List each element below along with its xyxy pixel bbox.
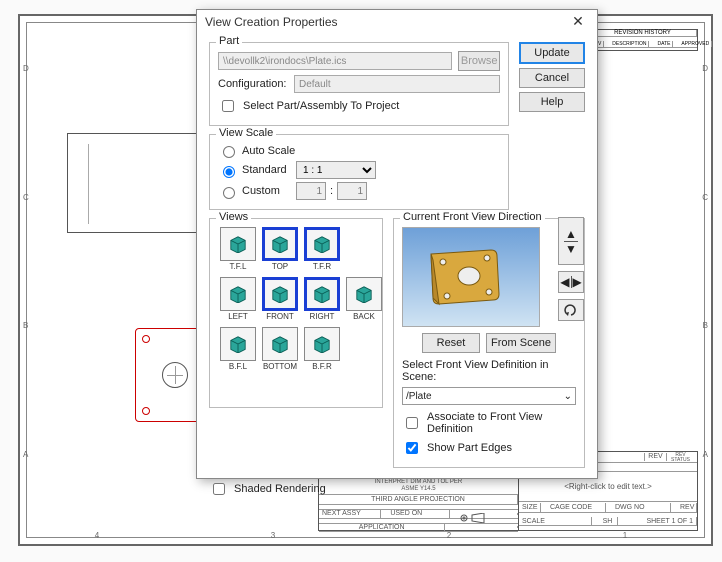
select-project-label: Select Part/Assembly To Project (243, 100, 399, 112)
view-front-button[interactable] (262, 277, 298, 311)
view-t.f.r-button[interactable] (304, 227, 340, 261)
auto-scale-radio[interactable] (223, 146, 235, 158)
cancel-button[interactable]: Cancel (519, 68, 585, 88)
view-label: FRONT (260, 312, 300, 321)
triangle-up-icon: ▲ (565, 227, 577, 241)
custom-scale-b[interactable] (337, 182, 367, 200)
ruler-num: 4 (95, 531, 99, 540)
standard-scale-radio[interactable] (223, 166, 235, 178)
plate-3d-icon (425, 246, 503, 308)
view-back-button[interactable] (346, 277, 382, 311)
view-label: BOTTOM (260, 362, 300, 371)
view-label: RIGHT (302, 312, 342, 321)
associate-checkbox[interactable] (406, 417, 418, 429)
triangle-down-icon: ▼ (565, 242, 577, 256)
show-edges-checkbox[interactable] (406, 442, 418, 454)
view-grid: T.F.LTOPT.F.RLEFTFRONTRIGHTBACKB.F.LBOTT… (218, 227, 374, 375)
reset-button[interactable]: Reset (422, 333, 480, 353)
triangle-right-icon: ▶ (573, 275, 582, 289)
view-t.f.l-button[interactable] (220, 227, 256, 261)
view-b.f.l-button[interactable] (220, 327, 256, 361)
ruler-num: 1 (623, 531, 627, 540)
browse-button[interactable]: Browse (458, 51, 500, 71)
projection-symbol (456, 513, 518, 515)
dialog-titlebar[interactable]: View Creation Properties ✕ (197, 10, 597, 34)
view-b.f.r-button[interactable] (304, 327, 340, 361)
select-project-checkbox[interactable] (222, 100, 234, 112)
update-button[interactable]: Update (519, 42, 585, 64)
view-label: BACK (344, 312, 384, 321)
ruler-letter: C (23, 193, 29, 202)
current-view-group: Current Front View Direction (393, 218, 585, 468)
config-field[interactable] (294, 75, 500, 93)
view-right-button[interactable] (304, 277, 340, 311)
view-label: B.F.R (302, 362, 342, 371)
ruler-letter: A (703, 450, 708, 459)
revision-block: REVISION HISTORY REV DESCRIPTION DATE AP… (588, 29, 698, 51)
front-view-def-label: Select Front View Definition in Scene: (402, 359, 576, 383)
view-bottom-button[interactable] (262, 327, 298, 361)
group-label: Part (216, 35, 242, 47)
ruler-letter: B (703, 321, 708, 330)
dialog-title: View Creation Properties (205, 10, 338, 34)
view-creation-dialog: View Creation Properties ✕ Part Browse C… (196, 9, 598, 479)
config-label: Configuration: (218, 78, 288, 90)
view-top-button[interactable] (262, 227, 298, 261)
rotate-icon (563, 303, 579, 317)
view-label: LEFT (218, 312, 258, 321)
close-icon[interactable]: ✕ (567, 12, 589, 32)
rotate-horiz-button[interactable]: ◀▶ (558, 271, 584, 293)
view-scale-group: View Scale Auto Scale Standard 1 : 1 Cus… (209, 134, 509, 210)
custom-scale-a[interactable] (296, 182, 326, 200)
chevron-down-icon: ⌄ (564, 391, 572, 402)
view-label: T.F.R (302, 262, 342, 271)
rotate-vert-button[interactable]: ▲ ▼ (558, 217, 584, 265)
view-left-button[interactable] (220, 277, 256, 311)
ruler-num: 3 (271, 531, 275, 540)
custom-scale-radio[interactable] (223, 187, 235, 199)
standard-scale-combo[interactable]: 1 : 1 (296, 161, 376, 179)
ruler-letter: A (23, 450, 28, 459)
shaded-rendering-checkbox[interactable] (213, 483, 225, 495)
ruler-letter: D (23, 64, 29, 73)
from-scene-button[interactable]: From Scene (486, 333, 556, 353)
view-label: TOP (260, 262, 300, 271)
front-view-def-combo[interactable]: /Plate ⌄ (402, 387, 576, 405)
part-group: Part Browse Configuration: Select Part/A… (209, 42, 509, 126)
part-path-field[interactable] (218, 52, 452, 70)
triangle-left-icon: ◀ (560, 275, 569, 289)
ruler-letter: D (702, 64, 708, 73)
help-button[interactable]: Help (519, 92, 585, 112)
ruler-letter: C (702, 193, 708, 202)
rotate-cw-button[interactable] (558, 299, 584, 321)
view-label: T.F.L (218, 262, 258, 271)
view-label: B.F.L (218, 362, 258, 371)
views-group: Views T.F.LTOPT.F.RLEFTFRONTRIGHTBACKB.F… (209, 218, 383, 408)
rev-header: REVISION HISTORY (589, 30, 697, 36)
ruler-letter: B (23, 321, 28, 330)
preview-pane[interactable] (402, 227, 540, 327)
ruler-num: 2 (447, 531, 451, 540)
